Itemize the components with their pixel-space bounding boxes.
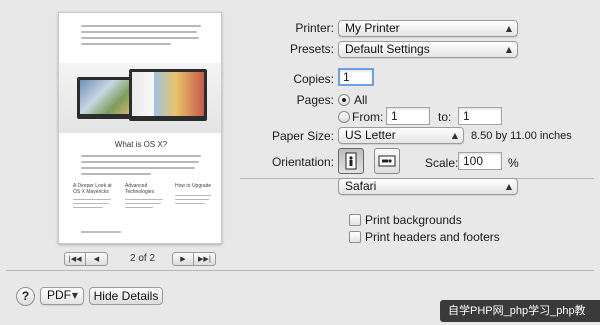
paper-size-select[interactable]: US Letter ▲ xyxy=(338,127,464,144)
page-indicator: 2 of 2 xyxy=(130,253,156,264)
preview-column-heading: Advanced Technologies xyxy=(125,183,155,195)
preview-text-line xyxy=(125,207,153,208)
pages-to-field[interactable]: 1 xyxy=(458,107,502,125)
preview-text-line xyxy=(175,203,205,204)
preview-text-line xyxy=(73,203,109,204)
first-page-button[interactable]: |◀◀ xyxy=(64,252,86,266)
preview-text-line xyxy=(175,199,209,200)
app-options-select[interactable]: Safari ▲ xyxy=(338,178,518,195)
presets-value: Default Settings xyxy=(345,42,430,56)
pages-label: Pages: xyxy=(296,93,334,107)
preview-footer-line xyxy=(81,231,121,233)
portrait-orientation-button[interactable] xyxy=(338,148,364,174)
print-headers-footers-label: Print headers and footers xyxy=(365,230,500,244)
chevron-down-icon: ▼ xyxy=(71,291,78,300)
scale-field[interactable]: 100 xyxy=(458,152,502,170)
print-backgrounds-checkbox[interactable] xyxy=(349,214,361,226)
preview-column-heading: A Deeper Look at OS X Mavericks xyxy=(73,183,112,195)
page-nav-forward-group: ▶ ▶▶| xyxy=(172,252,216,266)
preview-text-line xyxy=(81,37,199,39)
preview-heading: What is OS X? xyxy=(114,140,168,149)
pages-all-label: All xyxy=(354,93,368,107)
scale-unit: % xyxy=(508,156,519,170)
landscape-icon xyxy=(378,155,396,167)
preview-text-line xyxy=(73,199,111,200)
app-options-value: Safari xyxy=(345,179,377,193)
copies-field[interactable]: 1 xyxy=(338,68,374,86)
updown-chevron-icon: ▲ xyxy=(505,24,512,33)
presets-label: Presets: xyxy=(289,42,334,56)
printer-value: My Printer xyxy=(345,21,400,35)
orientation-label: Orientation: xyxy=(271,155,334,169)
preview-text-line xyxy=(81,31,197,33)
preview-text-line xyxy=(81,173,151,175)
preview-text-line xyxy=(81,25,201,27)
paper-size-label: Paper Size: xyxy=(271,129,334,143)
landscape-orientation-button[interactable] xyxy=(374,148,400,174)
pages-all-radio[interactable] xyxy=(338,94,350,106)
portrait-icon xyxy=(345,152,357,170)
pages-from-label: From: xyxy=(352,110,384,124)
preview-text-line xyxy=(73,207,103,208)
updown-chevron-icon: ▲ xyxy=(505,45,512,54)
pdf-menu-button[interactable]: PDF ▼ xyxy=(40,287,84,305)
pages-range-radio[interactable] xyxy=(338,111,350,123)
page-nav-back-group: |◀◀ ◀ xyxy=(64,252,108,266)
scale-label: Scale: xyxy=(425,156,459,170)
printer-label: Printer: xyxy=(295,21,334,35)
print-dialog: What is OS X? A Deeper Look at OS X Mave… xyxy=(0,0,600,325)
preview-text-line xyxy=(125,199,163,200)
watermark-banner: 自学PHP网_php学习_php教 xyxy=(440,300,600,322)
hide-details-button[interactable]: Hide Details xyxy=(89,287,163,305)
preview-text-line xyxy=(125,203,161,204)
paper-size-dimensions: 8.50 by 11.00 inches xyxy=(471,130,572,142)
paper-size-value: US Letter xyxy=(345,128,396,142)
copies-label: Copies: xyxy=(293,72,334,86)
print-preview: What is OS X? A Deeper Look at OS X Mave… xyxy=(58,12,222,244)
preview-text-line xyxy=(81,43,171,45)
preview-text-line xyxy=(81,167,195,169)
updown-chevron-icon: ▲ xyxy=(505,182,512,191)
print-backgrounds-label: Print backgrounds xyxy=(365,213,462,227)
presets-select[interactable]: Default Settings ▲ xyxy=(338,41,518,58)
pages-from-field[interactable]: 1 xyxy=(386,107,430,125)
preview-text-line xyxy=(81,161,199,163)
preview-column-heading: How to Upgrade xyxy=(175,183,212,189)
help-button[interactable]: ? xyxy=(16,287,35,306)
printer-select[interactable]: My Printer ▲ xyxy=(338,20,518,37)
last-page-button[interactable]: ▶▶| xyxy=(194,252,216,266)
previous-page-button[interactable]: ◀ xyxy=(86,252,108,266)
pdf-label: PDF xyxy=(47,288,71,302)
print-headers-footers-checkbox[interactable] xyxy=(349,231,361,243)
updown-chevron-icon: ▲ xyxy=(451,131,458,140)
next-page-button[interactable]: ▶ xyxy=(172,252,194,266)
preview-hero-image xyxy=(59,63,221,133)
footer-divider xyxy=(6,270,594,271)
preview-text-line xyxy=(175,195,211,196)
preview-text-line xyxy=(81,155,201,157)
pages-to-label: to: xyxy=(438,110,452,124)
